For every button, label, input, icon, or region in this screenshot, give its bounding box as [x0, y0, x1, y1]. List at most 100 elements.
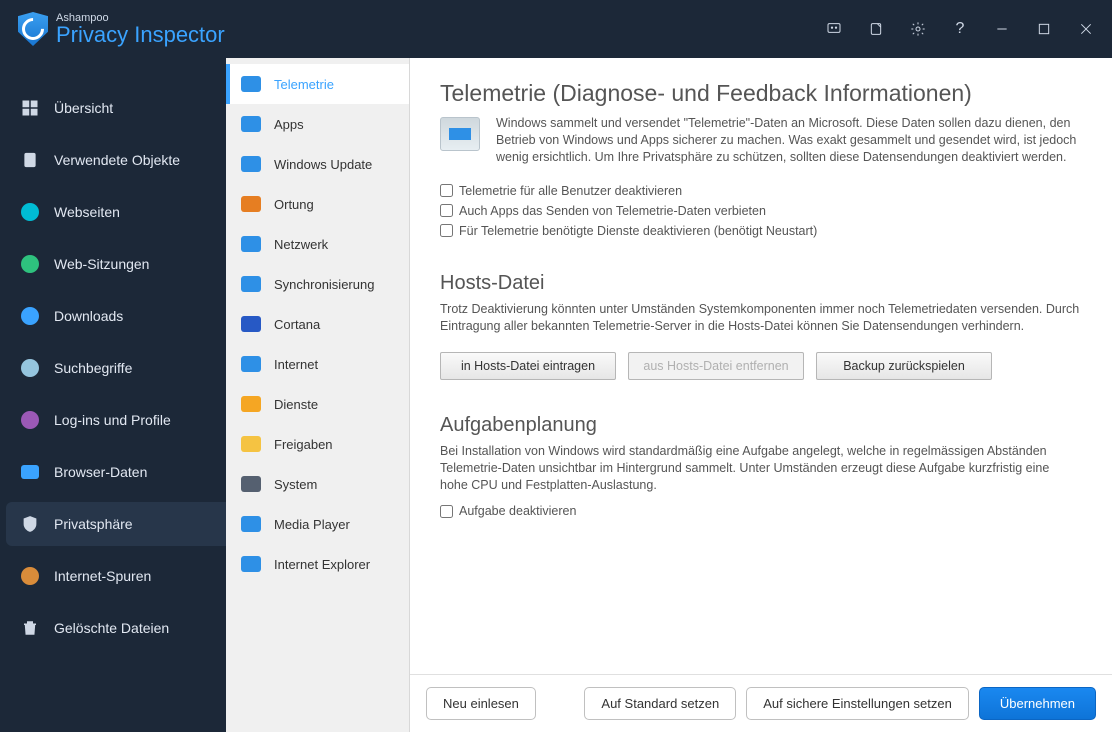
nav-item-label: Downloads — [54, 308, 123, 324]
subnav-item-label: Media Player — [274, 517, 350, 532]
subnav-item-label: System — [274, 477, 317, 492]
subnav-item-label: Dienste — [274, 397, 318, 412]
nav-item-label: Gelöschte Dateien — [54, 620, 169, 636]
app-logo: Ashampoo Privacy Inspector — [18, 12, 225, 46]
nav-item-label: Internet-Spuren — [54, 568, 151, 584]
reload-button[interactable]: Neu einlesen — [426, 687, 536, 720]
nav-item-label: Browser-Daten — [54, 464, 147, 480]
subnav-item-netzwerk[interactable]: Netzwerk — [226, 224, 409, 264]
nav-item-internet-spuren[interactable]: Internet-Spuren — [0, 554, 226, 598]
nav-item-label: Privatsphäre — [54, 516, 133, 532]
telemetry-checkbox-input-1[interactable] — [440, 204, 453, 217]
subnav-item-synchronisierung[interactable]: Synchronisierung — [226, 264, 409, 304]
subnav-item-label: Cortana — [274, 317, 320, 332]
subnav-item-apps[interactable]: Apps — [226, 104, 409, 144]
subnav-icon — [240, 194, 262, 214]
telemetry-checkbox-0[interactable]: Telemetrie für alle Benutzer deaktiviere… — [440, 184, 1080, 198]
subnav-icon — [240, 314, 262, 334]
intro-text: Windows sammelt und versendet "Telemetri… — [496, 115, 1080, 166]
default-button[interactable]: Auf Standard setzen — [584, 687, 736, 720]
nav-item-webseiten[interactable]: Webseiten — [0, 190, 226, 234]
subnav-item-telemetrie[interactable]: Telemetrie — [226, 64, 409, 104]
telemetry-checkbox-input-2[interactable] — [440, 224, 453, 237]
help-icon[interactable]: ? — [940, 9, 980, 49]
subnav-icon — [240, 474, 262, 494]
telemetry-checkbox-label: Telemetrie für alle Benutzer deaktiviere… — [459, 184, 682, 198]
subnav-item-system[interactable]: System — [226, 464, 409, 504]
subnav-item-internet[interactable]: Internet — [226, 344, 409, 384]
subnav-item-internet-explorer[interactable]: Internet Explorer — [226, 544, 409, 584]
telemetry-checkbox-input-0[interactable] — [440, 184, 453, 197]
file-icon — [20, 150, 40, 170]
secure-button[interactable]: Auf sichere Einstellungen setzen — [746, 687, 969, 720]
nav-item-label: Suchbegriffe — [54, 360, 132, 376]
nav-item--bersicht[interactable]: Übersicht — [0, 86, 226, 130]
hosts-remove-button: aus Hosts-Datei entfernen — [628, 352, 804, 380]
subnav-icon — [240, 114, 262, 134]
hosts-desc: Trotz Deaktivierung könnten unter Umstän… — [440, 301, 1080, 335]
subnav-icon — [240, 274, 262, 294]
subnav-item-label: Telemetrie — [274, 77, 334, 92]
subnav-icon — [240, 514, 262, 534]
telemetry-checkbox-label: Auch Apps das Senden von Telemetrie-Date… — [459, 204, 766, 218]
nav-item-privatsph-re[interactable]: Privatsphäre — [6, 502, 226, 546]
nav-item-downloads[interactable]: Downloads — [0, 294, 226, 338]
subnav-item-label: Netzwerk — [274, 237, 328, 252]
nav-item-label: Web-Sitzungen — [54, 256, 149, 272]
dot-icon — [20, 202, 40, 222]
subnav-item-label: Windows Update — [274, 157, 372, 172]
note-icon[interactable] — [856, 9, 896, 49]
subnav-item-freigaben[interactable]: Freigaben — [226, 424, 409, 464]
sq-icon — [20, 462, 40, 482]
subnav-icon — [240, 554, 262, 574]
task-disable-checkbox[interactable]: Aufgabe deaktivieren — [440, 504, 1080, 518]
subnav-icon — [240, 234, 262, 254]
nav-item-gel-schte-dateien[interactable]: Gelöschte Dateien — [0, 606, 226, 650]
dot-icon — [20, 358, 40, 378]
subnav-item-label: Apps — [274, 117, 304, 132]
hosts-title: Hosts-Datei — [440, 272, 1080, 295]
minimize-button[interactable] — [982, 9, 1022, 49]
task-disable-input[interactable] — [440, 505, 453, 518]
shield-icon — [18, 12, 48, 46]
apply-button[interactable]: Übernehmen — [979, 687, 1096, 720]
dot-icon — [20, 254, 40, 274]
titlebar: Ashampoo Privacy Inspector ? — [0, 0, 1112, 58]
subnav-item-cortana[interactable]: Cortana — [226, 304, 409, 344]
primary-nav: Übersicht Verwendete Objekte Webseiten Web-… — [0, 58, 226, 732]
nav-item-suchbegriffe[interactable]: Suchbegriffe — [0, 346, 226, 390]
subnav-icon — [240, 154, 262, 174]
maximize-button[interactable] — [1024, 9, 1064, 49]
subnav-item-label: Internet — [274, 357, 318, 372]
brand-main: Privacy Inspector — [56, 24, 225, 46]
subnav-item-label: Synchronisierung — [274, 277, 374, 292]
nav-item-browser-daten[interactable]: Browser-Daten — [0, 450, 226, 494]
subnav-icon — [240, 434, 262, 454]
secondary-nav: Telemetrie Apps Windows Update Ortung Netzwe… — [226, 58, 410, 732]
subnav-item-ortung[interactable]: Ortung — [226, 184, 409, 224]
task-desc: Bei Installation von Windows wird standa… — [440, 443, 1080, 494]
nav-item-label: Verwendete Objekte — [54, 152, 180, 168]
subnav-item-label: Internet Explorer — [274, 557, 370, 572]
telemetry-checkbox-1[interactable]: Auch Apps das Senden von Telemetrie-Date… — [440, 204, 1080, 218]
shield-icon — [20, 514, 40, 534]
telemetry-checkbox-2[interactable]: Für Telemetrie benötigte Dienste deaktiv… — [440, 224, 1080, 238]
trash-icon — [20, 618, 40, 638]
task-disable-label: Aufgabe deaktivieren — [459, 504, 576, 518]
subnav-item-media-player[interactable]: Media Player — [226, 504, 409, 544]
close-button[interactable] — [1066, 9, 1106, 49]
nav-item-verwendete-objekte[interactable]: Verwendete Objekte — [0, 138, 226, 182]
hosts-backup-button[interactable]: Backup zurückspielen — [816, 352, 992, 380]
task-title: Aufgabenplanung — [440, 414, 1080, 437]
gear-icon[interactable] — [898, 9, 938, 49]
subnav-item-windows-update[interactable]: Windows Update — [226, 144, 409, 184]
subnav-icon — [240, 394, 262, 414]
nav-item-web-sitzungen[interactable]: Web-Sitzungen — [0, 242, 226, 286]
content-panel: Telemetrie (Diagnose- und Feedback Infor… — [410, 58, 1112, 732]
hosts-add-button[interactable]: in Hosts-Datei eintragen — [440, 352, 616, 380]
nav-item-label: Übersicht — [54, 100, 113, 116]
subnav-item-dienste[interactable]: Dienste — [226, 384, 409, 424]
feedback-icon[interactable] — [814, 9, 854, 49]
footer-bar: Neu einlesen Auf Standard setzen Auf sic… — [410, 674, 1112, 732]
nav-item-log-ins-und-profile[interactable]: Log-ins und Profile — [0, 398, 226, 442]
